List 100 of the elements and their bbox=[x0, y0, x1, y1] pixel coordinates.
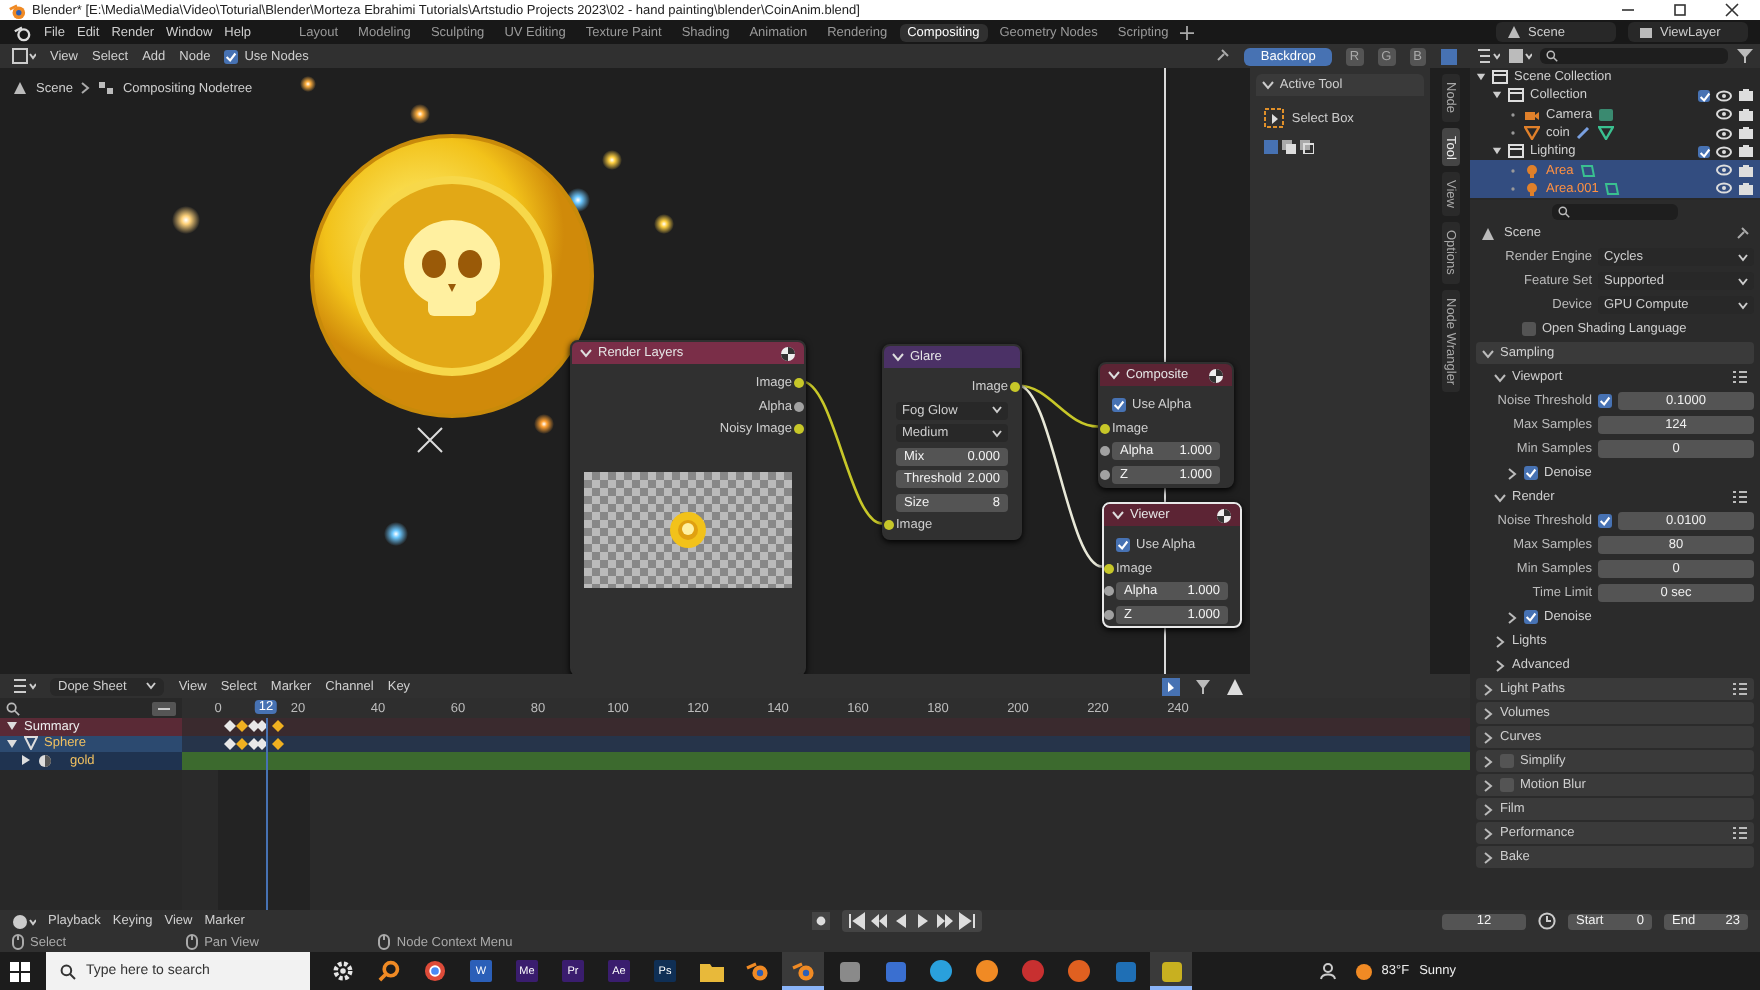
socket-dot[interactable] bbox=[1100, 423, 1110, 434]
swap-icon[interactable] bbox=[152, 701, 176, 715]
chevron-icon[interactable] bbox=[1494, 491, 1506, 503]
checkbox[interactable] bbox=[1500, 778, 1514, 792]
chevron-icon[interactable] bbox=[1482, 755, 1494, 767]
chevron-icon[interactable] bbox=[1482, 731, 1494, 743]
chevron-icon[interactable] bbox=[1482, 707, 1494, 719]
eye-icon[interactable] bbox=[1716, 108, 1732, 121]
pin-icon[interactable] bbox=[1734, 225, 1750, 241]
record-icon[interactable] bbox=[812, 912, 831, 930]
select-icon[interactable] bbox=[1162, 677, 1180, 695]
chevron-icon[interactable] bbox=[1482, 851, 1494, 863]
keyframe-marker[interactable] bbox=[272, 720, 284, 733]
windows-logo-icon[interactable] bbox=[10, 961, 30, 981]
presets-icon[interactable] bbox=[1732, 826, 1748, 840]
checkbox[interactable] bbox=[1598, 394, 1612, 408]
eye-icon[interactable] bbox=[1716, 145, 1732, 158]
camera-icon[interactable] bbox=[1738, 181, 1754, 196]
search-icon[interactable] bbox=[6, 701, 20, 715]
select-box-icon[interactable] bbox=[1263, 108, 1284, 128]
chevron-icon[interactable] bbox=[1494, 371, 1506, 383]
camera-icon[interactable] bbox=[1738, 107, 1754, 122]
search-field[interactable] bbox=[1552, 204, 1678, 220]
jump-start-icon[interactable] bbox=[848, 912, 867, 930]
checkbox[interactable] bbox=[1116, 538, 1130, 553]
expand-arrow-icon[interactable] bbox=[1492, 146, 1502, 157]
clock-icon[interactable] bbox=[1538, 912, 1556, 930]
sun-icon[interactable] bbox=[1355, 963, 1372, 979]
presets-icon[interactable] bbox=[1732, 682, 1748, 696]
checkbox[interactable] bbox=[1500, 754, 1514, 768]
chevron-icon[interactable] bbox=[1494, 659, 1506, 671]
chevron-icon[interactable] bbox=[1482, 803, 1494, 815]
expand-arrow-icon[interactable] bbox=[20, 754, 32, 767]
eye-icon[interactable] bbox=[1716, 127, 1732, 140]
keyframe-marker[interactable] bbox=[272, 737, 284, 750]
mesh-data-icon[interactable] bbox=[1597, 126, 1614, 141]
checkbox[interactable] bbox=[1698, 145, 1710, 158]
camera-icon[interactable] bbox=[1738, 126, 1754, 141]
caret-icon[interactable] bbox=[1108, 370, 1120, 380]
camera-icon[interactable] bbox=[1738, 88, 1754, 103]
editor-type-icon[interactable] bbox=[12, 678, 36, 694]
socket-dot[interactable] bbox=[1100, 469, 1110, 480]
close-icon[interactable] bbox=[1724, 2, 1740, 18]
expand-arrow-icon[interactable] bbox=[1492, 90, 1502, 101]
search-field[interactable] bbox=[1540, 48, 1728, 64]
socket-dot[interactable] bbox=[794, 424, 804, 435]
chevron-icon[interactable] bbox=[1482, 683, 1494, 695]
chevron-icon[interactable] bbox=[1506, 467, 1518, 479]
add-icon[interactable] bbox=[1180, 25, 1195, 39]
checkbox[interactable] bbox=[1598, 514, 1612, 528]
chevron-icon[interactable] bbox=[1482, 347, 1494, 359]
camera-data-icon[interactable] bbox=[1598, 107, 1615, 122]
keyframe-marker[interactable] bbox=[224, 737, 236, 750]
expand-arrow-icon[interactable] bbox=[6, 737, 18, 750]
chevron-icon[interactable] bbox=[1261, 80, 1274, 90]
mode-extend-icon[interactable] bbox=[1281, 140, 1296, 154]
socket-dot[interactable] bbox=[1104, 563, 1114, 574]
eye-icon[interactable] bbox=[1716, 164, 1732, 177]
pin-icon[interactable] bbox=[1214, 48, 1231, 64]
socket-dot[interactable] bbox=[884, 520, 894, 531]
checkbox[interactable] bbox=[1112, 398, 1126, 413]
modifier-icon[interactable] bbox=[1575, 126, 1592, 141]
chevron-icon[interactable] bbox=[1506, 611, 1518, 623]
caret-icon[interactable] bbox=[580, 348, 592, 358]
eye-icon[interactable] bbox=[1716, 89, 1732, 102]
checkbox[interactable] bbox=[1524, 610, 1538, 624]
view-options-icon[interactable] bbox=[1440, 47, 1458, 65]
keyframe-marker[interactable] bbox=[236, 720, 248, 733]
caret-icon[interactable] bbox=[892, 352, 904, 362]
keyframe-marker[interactable] bbox=[236, 737, 248, 750]
app-logo-icon[interactable] bbox=[12, 23, 32, 41]
checkbox[interactable] bbox=[1698, 89, 1710, 102]
eye-icon[interactable] bbox=[1716, 182, 1732, 195]
chevron-icon[interactable] bbox=[1482, 827, 1494, 839]
globe-icon[interactable] bbox=[1216, 507, 1232, 523]
editor-type-icon[interactable] bbox=[12, 48, 36, 64]
chevron-icon[interactable] bbox=[1482, 779, 1494, 791]
caret-icon[interactable] bbox=[1112, 510, 1124, 520]
jump-end-icon[interactable] bbox=[958, 912, 977, 930]
expand-arrow-icon[interactable] bbox=[6, 720, 18, 733]
camera-icon[interactable] bbox=[1738, 163, 1754, 178]
filter-icon[interactable] bbox=[1736, 48, 1754, 64]
maximize-icon[interactable] bbox=[1672, 2, 1688, 18]
socket-dot[interactable] bbox=[1010, 382, 1020, 393]
editor-type-icon[interactable] bbox=[12, 913, 36, 929]
people-icon[interactable] bbox=[1319, 962, 1340, 980]
presets-icon[interactable] bbox=[1732, 370, 1748, 384]
checkbox[interactable] bbox=[1522, 322, 1536, 336]
globe-icon[interactable] bbox=[1208, 367, 1224, 383]
socket-dot[interactable] bbox=[1100, 446, 1110, 457]
globe-icon[interactable] bbox=[780, 345, 796, 361]
mode-subtract-icon[interactable] bbox=[1299, 140, 1314, 154]
checkbox[interactable] bbox=[1524, 466, 1538, 480]
chevron-icon[interactable] bbox=[1494, 635, 1506, 647]
camera-icon[interactable] bbox=[1738, 144, 1754, 159]
socket-dot[interactable] bbox=[794, 401, 804, 412]
checkbox[interactable] bbox=[224, 49, 239, 63]
socket-dot[interactable] bbox=[794, 378, 804, 389]
editor-type-icon[interactable] bbox=[1476, 48, 1500, 64]
display-mode-icon[interactable] bbox=[1508, 48, 1532, 64]
